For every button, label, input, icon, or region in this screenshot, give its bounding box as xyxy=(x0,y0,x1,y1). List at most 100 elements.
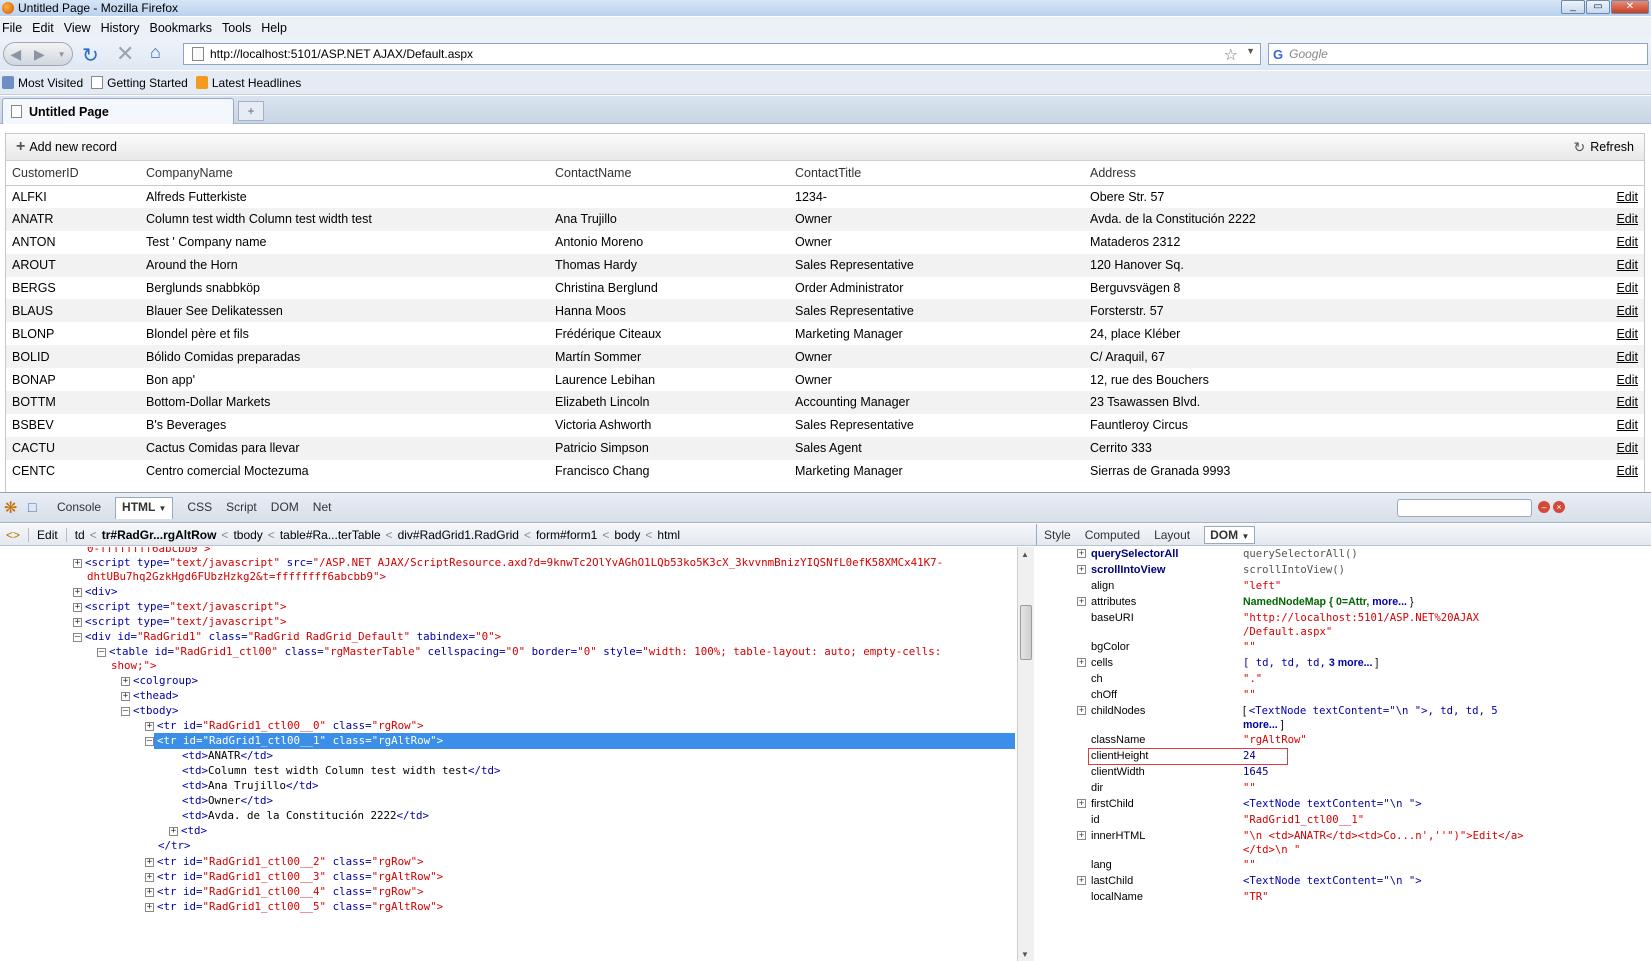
html-line-td[interactable]: <td>Avda. de la Constitución 2222</td> xyxy=(182,808,429,823)
html-line-tr[interactable]: + <tr id="RadGrid1_ctl00__5" class="rgAlt… xyxy=(145,899,443,914)
collapse-icon[interactable]: – xyxy=(145,736,154,746)
table-row[interactable]: BLAUS Blauer See Delikatessen Hanna Moos Sa… xyxy=(6,299,1644,323)
url-dropdown-icon[interactable]: ▼ xyxy=(1246,46,1255,56)
google-icon[interactable]: G xyxy=(1273,47,1283,62)
edit-link[interactable]: Edit xyxy=(1534,299,1644,323)
html-line-tr[interactable]: + <tr id="RadGrid1_ctl00__3" class="rgAlt… xyxy=(145,869,443,884)
edit-link[interactable]: Edit xyxy=(1534,277,1644,300)
html-line-tbody[interactable]: – <tbody> xyxy=(121,703,179,718)
expand-icon[interactable]: + xyxy=(73,602,82,612)
minimize-button[interactable]: _ xyxy=(1561,0,1585,14)
reload-icon[interactable]: ↻ xyxy=(82,43,99,68)
expand-icon[interactable]: + xyxy=(73,558,82,568)
tab-dom[interactable]: DOM xyxy=(271,500,299,519)
edit-link[interactable]: Edit xyxy=(1534,345,1644,369)
html-line-radgrid-div[interactable]: – <div id="RadGrid1" class="RadGrid RadGr… xyxy=(73,629,501,644)
html-line-tr[interactable]: + <tr id="RadGrid1_ctl00__2" class="rgRow… xyxy=(145,854,424,869)
edit-link[interactable]: Edit xyxy=(1534,368,1644,391)
table-row[interactable]: CACTU Cactus Comidas para llevar Patricio … xyxy=(6,436,1644,460)
table-row[interactable]: ANTON Test ' Company name Antonio Moreno Ow… xyxy=(6,231,1644,254)
edit-link[interactable]: Edit xyxy=(1534,253,1644,277)
column-header-contactname[interactable]: ContactName xyxy=(549,161,789,186)
refresh-button[interactable]: ↻ Refresh xyxy=(1573,139,1634,156)
expand-icon[interactable]: + xyxy=(145,721,154,731)
column-header-address[interactable]: Address xyxy=(1084,161,1534,186)
tab-untitled-page[interactable]: Untitled Page xyxy=(2,98,234,124)
stop-icon[interactable]: ✕ xyxy=(116,41,134,67)
table-row[interactable]: BSBEV B's Beverages Victoria Ashworth Sales… xyxy=(6,414,1644,437)
firebug-search-input[interactable] xyxy=(1397,499,1532,517)
menu-edit[interactable]: Edit xyxy=(32,21,54,35)
expand-icon[interactable]: + xyxy=(1077,831,1086,840)
search-box[interactable]: G Google xyxy=(1268,43,1648,65)
scroll-up-icon[interactable]: ▲ xyxy=(1021,550,1029,559)
expand-icon[interactable]: + xyxy=(1077,876,1086,885)
html-line-tr[interactable]: + <tr id="RadGrid1_ctl00__4" class="rgRow… xyxy=(145,884,424,899)
table-row[interactable]: ANATR Column test width Column test width… xyxy=(6,207,1644,231)
expand-icon[interactable]: + xyxy=(121,676,130,686)
html-line-thead[interactable]: + <thead> xyxy=(121,688,179,703)
tab-style[interactable]: Style xyxy=(1044,528,1071,542)
menu-help[interactable]: Help xyxy=(261,21,287,35)
expand-icon[interactable]: + xyxy=(145,872,154,882)
html-line-tr-selected[interactable]: – <tr id="RadGrid1_ctl00__1" class="rgAlt… xyxy=(145,733,443,748)
expand-icon[interactable]: + xyxy=(1077,658,1086,667)
menu-bookmarks[interactable]: Bookmarks xyxy=(149,21,212,35)
html-line-colgroup[interactable]: + <colgroup> xyxy=(121,673,198,688)
url-bar[interactable]: http://localhost:5101/ASP.NET AJAX/Defau… xyxy=(183,43,1261,65)
table-row[interactable]: ALFKI Alfreds Futterkiste 1234- Obere Str. … xyxy=(6,185,1644,208)
edit-link[interactable]: Edit xyxy=(1534,322,1644,345)
menu-history[interactable]: History xyxy=(101,21,140,35)
collapse-icon[interactable]: – xyxy=(97,647,106,657)
edit-link[interactable]: Edit xyxy=(1534,185,1644,208)
column-header-companyname[interactable]: CompanyName xyxy=(140,161,549,186)
url-text[interactable]: http://localhost:5101/ASP.NET AJAX/Defau… xyxy=(210,47,473,61)
history-dropdown-icon[interactable]: ▼ xyxy=(58,50,66,59)
edit-link[interactable]: Edit xyxy=(1534,207,1644,231)
html-line-script-src[interactable]: + <script type="text/javascript" src="/AS… xyxy=(73,555,943,570)
tab-layout[interactable]: Layout xyxy=(1154,528,1190,542)
menu-tools[interactable]: Tools xyxy=(222,21,251,35)
bookmark-latest-headlines[interactable]: Latest Headlines xyxy=(195,76,301,90)
menu-view[interactable]: View xyxy=(64,21,91,35)
inspect-icon[interactable]: □ xyxy=(28,499,36,515)
add-new-record-button[interactable]: + Add new record xyxy=(16,138,117,156)
back-arrow-icon[interactable]: ◀ xyxy=(10,46,21,63)
firebug-bug-icon[interactable]: ❋ xyxy=(4,498,17,518)
crumb-tbody[interactable]: tbody xyxy=(233,528,262,542)
expand-icon[interactable]: + xyxy=(145,902,154,912)
edit-link[interactable]: Edit xyxy=(1534,460,1644,483)
crumb-tr[interactable]: tr#RadGr...rgAltRow xyxy=(102,528,217,542)
tab-dom-side[interactable]: DOM ▼ xyxy=(1204,525,1256,544)
expand-icon[interactable]: + xyxy=(1077,597,1086,606)
home-icon[interactable]: ⌂ xyxy=(150,42,161,63)
table-row[interactable]: BLONP Blondel père et fils Frédérique Cite… xyxy=(6,322,1644,345)
expand-icon[interactable]: + xyxy=(145,887,154,897)
maximize-button[interactable]: ▭ xyxy=(1586,0,1610,14)
html-line-script[interactable]: + <script type="text/javascript"> xyxy=(73,599,287,614)
html-line-table[interactable]: – <table id="RadGrid1_ctl00" class="rgMas… xyxy=(97,644,941,659)
expand-icon[interactable]: + xyxy=(1077,799,1086,808)
crumb-body[interactable]: body xyxy=(614,528,640,542)
edit-button[interactable]: Edit xyxy=(28,527,67,542)
tab-console[interactable]: Console xyxy=(57,500,101,519)
edit-link[interactable]: Edit xyxy=(1534,391,1644,414)
expand-collapse-icon[interactable]: <> xyxy=(6,528,20,542)
table-row[interactable]: BOLID Bólido Comidas preparadas Martín Som… xyxy=(6,345,1644,369)
more-link[interactable]: more... xyxy=(1243,719,1278,731)
expand-icon[interactable]: + xyxy=(1077,549,1086,558)
html-line-script[interactable]: + <script type="text/javascript"> xyxy=(73,614,287,629)
collapse-icon[interactable]: – xyxy=(121,706,130,716)
close-window-button[interactable]: ✕ xyxy=(1611,0,1649,14)
column-header-customerid[interactable]: CustomerID xyxy=(6,161,140,186)
edit-link[interactable]: Edit xyxy=(1534,231,1644,254)
more-link[interactable]: 3 more... xyxy=(1329,657,1373,669)
table-row[interactable]: AROUT Around the Horn Thomas Hardy Sales Re… xyxy=(6,253,1644,277)
tab-css[interactable]: CSS xyxy=(187,500,212,519)
html-line-td[interactable]: <td>Ana Trujillo</td> xyxy=(182,778,319,793)
menu-file[interactable]: File xyxy=(2,21,22,35)
tab-script[interactable]: Script xyxy=(226,500,257,519)
collapse-icon[interactable]: – xyxy=(73,632,82,642)
scroll-down-icon[interactable]: ▼ xyxy=(1021,950,1029,959)
edit-link[interactable]: Edit xyxy=(1534,414,1644,437)
